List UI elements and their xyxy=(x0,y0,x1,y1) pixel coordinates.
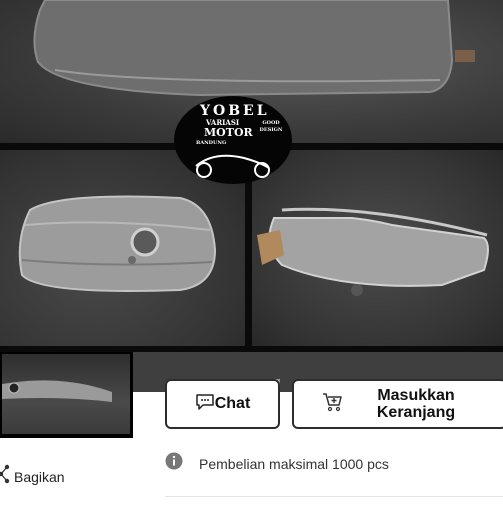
product-main-image[interactable]: YOBEL VARIASI MOTOR BANDUNG GOOD DESIGN xyxy=(0,0,503,352)
logo-badge: GOOD DESIGN xyxy=(259,120,283,133)
share-icon xyxy=(0,464,10,489)
chat-button[interactable]: Chat xyxy=(165,379,280,429)
thumbnail-seat-photo xyxy=(2,380,112,402)
cart-add-icon xyxy=(322,392,344,417)
logo-city: BANDUNG xyxy=(196,140,227,146)
thumbnail-image[interactable] xyxy=(2,354,130,434)
purchase-limit-text: Pembelian maksimal 1000 pcs xyxy=(199,455,389,472)
share-button[interactable]: Bagikan xyxy=(0,464,65,489)
add-to-cart-label-line1: Masukkan xyxy=(377,387,455,404)
logo-brand: YOBEL xyxy=(200,103,270,119)
purchase-limit-info: Pembelian maksimal 1000 pcs xyxy=(165,452,389,475)
chat-label: Chat xyxy=(214,395,251,412)
info-icon xyxy=(165,452,183,475)
logo-line2: MOTOR xyxy=(204,126,253,139)
add-to-cart-label: Masukkan Keranjang xyxy=(356,387,476,421)
share-label: Bagikan xyxy=(14,468,65,485)
add-to-cart-label-line2: Keranjang xyxy=(376,404,456,421)
chat-bubble-icon xyxy=(195,393,215,416)
add-to-cart-button[interactable]: Masukkan Keranjang xyxy=(292,379,503,429)
divider xyxy=(165,496,503,497)
